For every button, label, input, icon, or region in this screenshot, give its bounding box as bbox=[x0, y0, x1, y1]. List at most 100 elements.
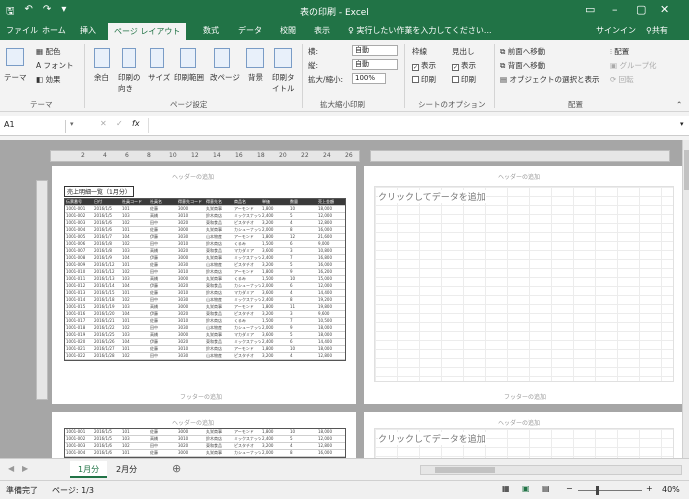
table-cell[interactable]: 4 bbox=[289, 220, 317, 226]
table-cell[interactable]: 1001-019 bbox=[65, 332, 93, 338]
table-cell[interactable]: 高橋 bbox=[149, 248, 177, 254]
table-cell[interactable]: 2016/1/9 bbox=[93, 255, 121, 261]
table-cell[interactable]: ピスタチオ bbox=[233, 443, 261, 449]
height-select[interactable]: 自動 bbox=[352, 59, 398, 70]
table-cell[interactable]: 10 bbox=[289, 429, 317, 435]
table-cell[interactable]: 12,000 bbox=[317, 436, 345, 442]
table-cell[interactable]: 15,000 bbox=[317, 276, 345, 282]
table-cell[interactable]: 2016/1/21 bbox=[93, 318, 121, 324]
table-cell[interactable]: 鈴木商店 bbox=[205, 241, 233, 247]
table-cell[interactable]: ミックスナッツ bbox=[233, 297, 261, 303]
page-3[interactable]: ヘッダーの追加 1001-001 2016/1/5 101 佐藤 3000 丸栄商事 アーモ… bbox=[52, 412, 356, 458]
table-cell[interactable]: 3,600 bbox=[261, 248, 289, 254]
breaks-button[interactable]: 改ページ bbox=[210, 72, 240, 83]
table-cell[interactable]: くるみ bbox=[233, 318, 261, 324]
zoom-slider-thumb[interactable] bbox=[596, 486, 599, 495]
table-cell[interactable]: 3020 bbox=[177, 220, 205, 226]
table-cell[interactable]: 1001-003 bbox=[65, 443, 93, 449]
formula-input[interactable] bbox=[148, 118, 678, 133]
table-cell[interactable]: 9,000 bbox=[317, 241, 345, 247]
tab-insert[interactable]: 挿入 bbox=[80, 25, 96, 36]
table-cell[interactable]: 佐藤 bbox=[149, 318, 177, 324]
table-cell[interactable]: アーモンド bbox=[233, 429, 261, 435]
table-cell[interactable]: 3000 bbox=[177, 227, 205, 233]
table-cell[interactable]: 3 bbox=[289, 311, 317, 317]
table-row[interactable]: 1001-004 2016/1/6 101 佐藤 3000 丸栄商事 カシューナッツ 2,00… bbox=[65, 450, 345, 457]
size-button[interactable]: サイズ bbox=[148, 72, 170, 83]
tab-data[interactable]: データ bbox=[238, 25, 262, 36]
table-cell[interactable]: 1001-020 bbox=[65, 339, 93, 345]
table-cell[interactable]: 3,600 bbox=[261, 290, 289, 296]
tab-formulas[interactable]: 数式 bbox=[203, 25, 219, 36]
table-cell[interactable]: 12,800 bbox=[317, 443, 345, 449]
table-cell[interactable]: 104 bbox=[121, 234, 149, 240]
table-cell[interactable]: カシューナッツ bbox=[233, 227, 261, 233]
table-cell[interactable]: 2,400 bbox=[261, 339, 289, 345]
table-cell[interactable]: 2016/1/6 bbox=[93, 227, 121, 233]
table-cell[interactable]: 16,000 bbox=[317, 450, 345, 456]
tab-page-layout[interactable]: ページ レイアウト bbox=[108, 23, 187, 40]
table-cell[interactable]: 1001-003 bbox=[65, 220, 93, 226]
table-cell[interactable]: 1001-012 bbox=[65, 283, 93, 289]
table-cell[interactable]: 3030 bbox=[177, 262, 205, 268]
table-cell[interactable]: 10 bbox=[289, 276, 317, 282]
table-row[interactable]: 1001-014 2016/1/18 102 田中 3030 山本物産 ミックスナッツ 2,4… bbox=[65, 297, 345, 304]
table-cell[interactable]: 101 bbox=[121, 346, 149, 352]
table-cell[interactable]: 1001-018 bbox=[65, 325, 93, 331]
save-icon[interactable]: 🖫 bbox=[6, 4, 15, 21]
table-cell[interactable]: 2016/1/27 bbox=[93, 346, 121, 352]
table-cell[interactable]: 丸栄商事 bbox=[205, 450, 233, 456]
table-cell[interactable]: 2,000 bbox=[261, 227, 289, 233]
minimize-icon[interactable]: – bbox=[612, 3, 618, 16]
table-cell[interactable]: 丸栄商事 bbox=[205, 429, 233, 435]
table-row[interactable]: 1001-009 2016/1/12 101 佐藤 3030 山本物産 ピスタチオ 3,200… bbox=[65, 262, 345, 269]
table-cell[interactable]: 1001-004 bbox=[65, 450, 93, 456]
table-cell[interactable]: 9,600 bbox=[317, 311, 345, 317]
ribbon-display-icon[interactable]: ▭ bbox=[585, 3, 595, 16]
customize-qat-icon[interactable]: ▾ bbox=[61, 4, 66, 21]
table-cell[interactable]: 3000 bbox=[177, 206, 205, 212]
table-cell[interactable]: 9 bbox=[289, 325, 317, 331]
table-cell[interactable]: 2,400 bbox=[261, 213, 289, 219]
table-cell[interactable]: 東和食品 bbox=[205, 311, 233, 317]
table-cell[interactable]: 1,800 bbox=[261, 304, 289, 310]
table-cell[interactable]: アーモンド bbox=[233, 234, 261, 240]
table-cell[interactable]: 3010 bbox=[177, 290, 205, 296]
table-cell[interactable]: 2016/1/22 bbox=[93, 325, 121, 331]
table-cell[interactable]: 2016/1/8 bbox=[93, 248, 121, 254]
table-cell[interactable]: 1,500 bbox=[261, 318, 289, 324]
table-row[interactable]: 1001-018 2016/1/22 102 田中 3030 山本物産 カシューナッツ 2,0… bbox=[65, 325, 345, 332]
page-4[interactable]: ヘッダーの追加 クリックしてデータを追加 bbox=[364, 412, 682, 458]
table-cell[interactable]: 8 bbox=[289, 450, 317, 456]
table-cell[interactable]: 伊藤 bbox=[149, 311, 177, 317]
table-cell[interactable]: アーモンド bbox=[233, 206, 261, 212]
table-cell[interactable]: 3020 bbox=[177, 443, 205, 449]
zoom-out-icon[interactable]: − bbox=[566, 484, 573, 493]
table-cell[interactable]: くるみ bbox=[233, 276, 261, 282]
table-cell[interactable]: 山本物産 bbox=[205, 297, 233, 303]
table-cell[interactable]: 3000 bbox=[177, 276, 205, 282]
table-cell[interactable]: 102 bbox=[121, 269, 149, 275]
print-area-icon[interactable] bbox=[180, 48, 196, 68]
table-cell[interactable]: 田中 bbox=[149, 220, 177, 226]
table-cell[interactable]: 10,800 bbox=[317, 248, 345, 254]
table-cell[interactable]: 2016/1/26 bbox=[93, 339, 121, 345]
table-cell[interactable]: 102 bbox=[121, 220, 149, 226]
table-cell[interactable]: 丸栄商事 bbox=[205, 255, 233, 261]
table-cell[interactable]: 1001-007 bbox=[65, 248, 93, 254]
tab-review[interactable]: 校閲 bbox=[280, 25, 296, 36]
zoom-level[interactable]: 40% bbox=[662, 485, 680, 494]
themes-icon[interactable] bbox=[6, 48, 24, 66]
table-cell[interactable]: ミックスナッツ bbox=[233, 436, 261, 442]
table-cell[interactable]: 東和食品 bbox=[205, 339, 233, 345]
table-cell[interactable]: 山本物産 bbox=[205, 234, 233, 240]
table-cell[interactable]: ピスタチオ bbox=[233, 220, 261, 226]
table-cell[interactable]: 101 bbox=[121, 262, 149, 268]
print-titles-button[interactable]: 印刷タイトル bbox=[272, 72, 298, 94]
table-cell[interactable]: 7 bbox=[289, 318, 317, 324]
page-header-placeholder[interactable]: ヘッダーの追加 bbox=[172, 172, 214, 181]
table-cell[interactable]: 佐藤 bbox=[149, 290, 177, 296]
table-cell[interactable]: 102 bbox=[121, 353, 149, 359]
table-cell[interactable]: 10 bbox=[289, 346, 317, 352]
table-cell[interactable]: 田中 bbox=[149, 269, 177, 275]
